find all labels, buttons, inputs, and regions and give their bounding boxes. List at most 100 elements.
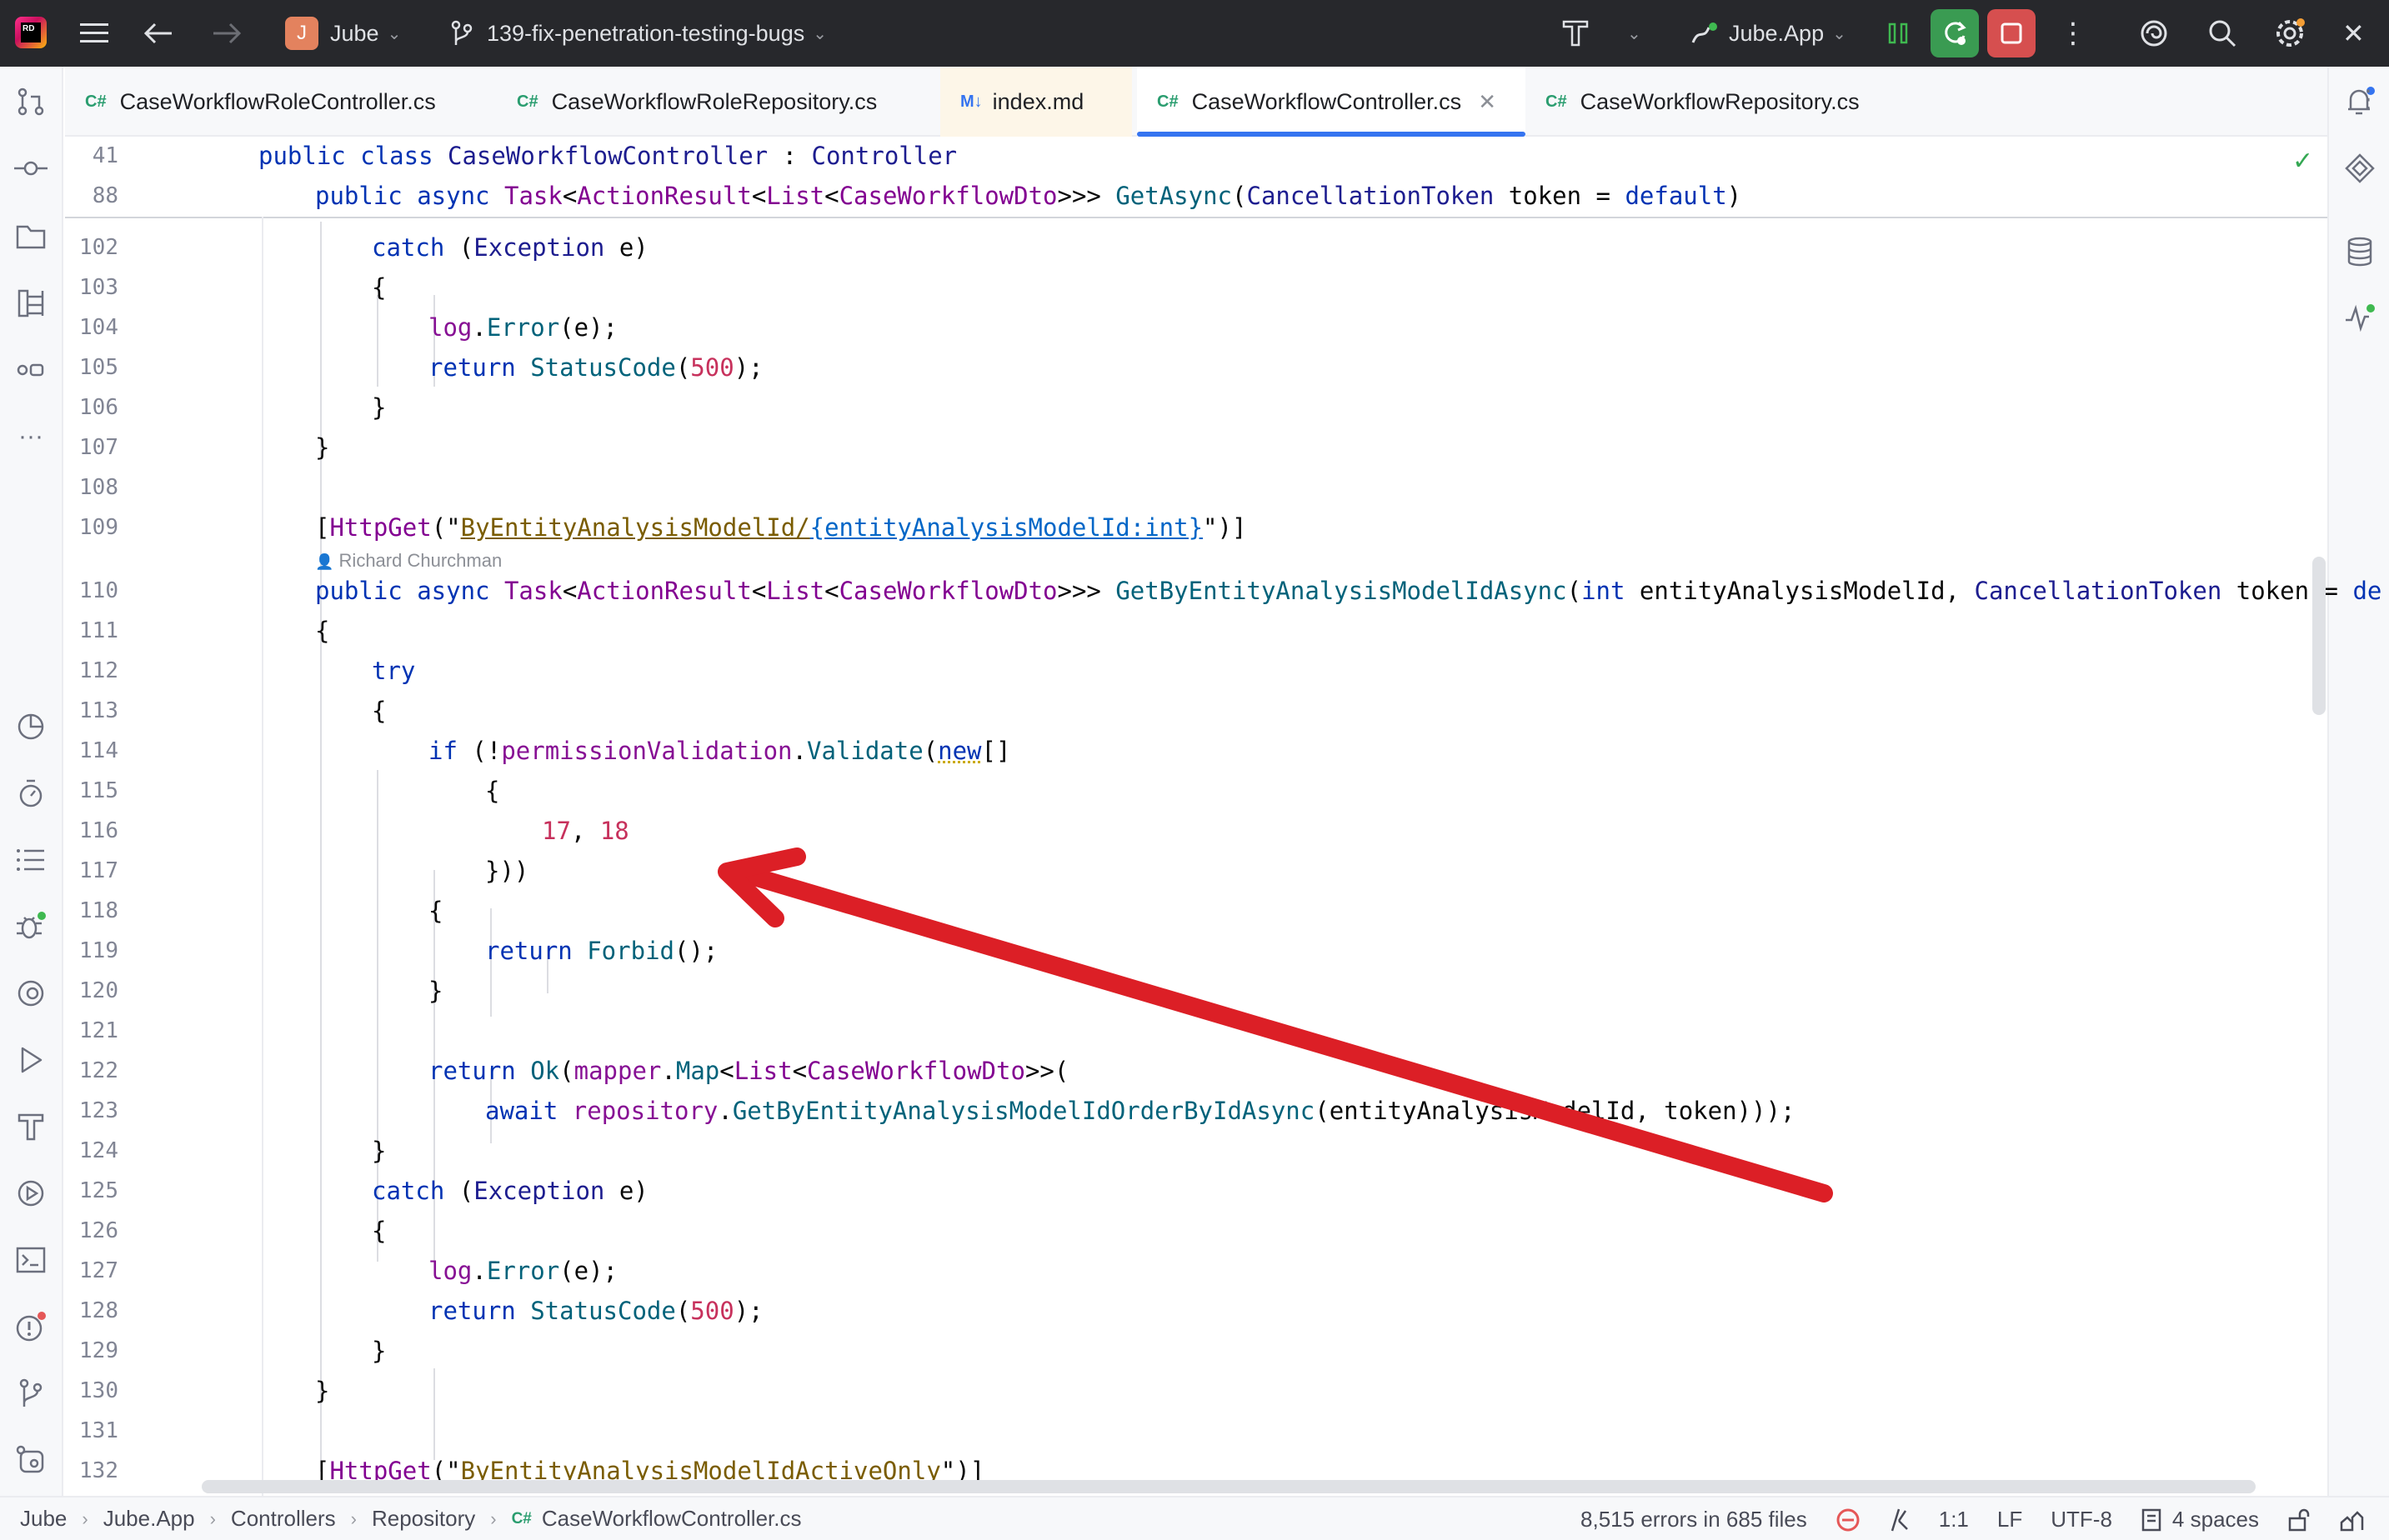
rerun-button[interactable]	[1931, 9, 1979, 58]
error-count[interactable]: 8,515 errors in 685 files	[1580, 1507, 1807, 1532]
commit-icon	[14, 158, 48, 178]
code-attribute: HttpGet	[329, 513, 431, 542]
more-tools-button[interactable]: ···	[14, 420, 48, 453]
pulse-icon	[2344, 303, 2376, 333]
file-encoding[interactable]: UTF-8	[2051, 1507, 2112, 1532]
nuget-tool-button[interactable]	[14, 1443, 48, 1477]
project-switcher[interactable]: J Jube ⌄	[285, 0, 401, 67]
problems-icon	[15, 1311, 47, 1342]
ai-tool-button[interactable]	[2343, 152, 2376, 185]
caret-position[interactable]: 1:1	[1939, 1507, 1969, 1532]
git-branch-icon	[18, 1378, 44, 1408]
breadcrumb-item[interactable]: Jube	[20, 1506, 67, 1532]
branch-switcher[interactable]: 139-fix-penetration-testing-bugs ⌄	[450, 0, 827, 67]
code-field: permissionValidation	[501, 737, 792, 765]
dynamic-program-analysis-button[interactable]	[14, 1177, 48, 1210]
chevron-down-icon: ⌄	[388, 23, 402, 44]
forward-button[interactable]	[212, 0, 242, 67]
line-number: 126	[65, 1218, 118, 1243]
main-menu-button[interactable]	[80, 0, 108, 67]
services-tool-button[interactable]	[14, 977, 48, 1010]
endpoints-icon	[16, 362, 46, 378]
code-type: ActionResult	[577, 182, 752, 210]
structure-tool-button[interactable]	[14, 287, 48, 320]
code-text: e)	[604, 233, 648, 262]
no-entry-icon[interactable]	[1836, 1508, 1861, 1532]
terminal-icon	[16, 1247, 46, 1273]
code-method: StatusCode	[516, 1297, 676, 1325]
monitor-tool-button[interactable]	[2343, 302, 2376, 335]
ai-assistant-button[interactable]	[2139, 0, 2169, 67]
code-method: GetByEntityAnalysisModelIdAsync	[1115, 577, 1566, 605]
database-tool-button[interactable]	[2343, 235, 2376, 268]
build-button[interactable]	[1560, 0, 1590, 67]
git-tool-button[interactable]	[14, 1377, 48, 1410]
indent-setting[interactable]: 4 spaces	[2141, 1507, 2259, 1532]
code-author-hint[interactable]: 👤 Richard Churchman	[315, 550, 502, 572]
chevron-right-icon: ›	[82, 1508, 88, 1530]
code-keyword: catch	[372, 1177, 444, 1205]
code-line: return Ok(mapper.Map<List<CaseWorkflowDt…	[428, 1057, 1069, 1085]
debug-tool-button[interactable]	[14, 910, 48, 943]
timeline-tool-button[interactable]	[14, 777, 48, 810]
code-type: List	[734, 1057, 793, 1085]
more-horizontal-icon: ···	[18, 422, 43, 451]
horizontal-scrollbar[interactable]	[202, 1480, 2256, 1493]
rider-logo-icon[interactable]: RD	[15, 17, 47, 48]
problems-tool-button[interactable]	[14, 1310, 48, 1343]
code-keyword: catch	[372, 233, 444, 262]
tab-caseworkflowrolecontroller[interactable]: C# CaseWorkflowRoleController.cs	[65, 67, 498, 137]
profiler-tool-button[interactable]	[14, 710, 48, 743]
breadcrumb-item[interactable]: Controllers	[231, 1506, 336, 1532]
csharp-file-icon: C#	[1545, 92, 1567, 112]
stop-button[interactable]	[1987, 9, 2036, 58]
code-method: GetAsync	[1115, 182, 1232, 210]
code-text: );	[734, 1297, 764, 1325]
tab-caseworkflowrepository[interactable]: C# CaseWorkflowRepository.cs	[1525, 67, 1942, 137]
inspection-ok-icon[interactable]: ✓	[2292, 147, 2313, 176]
line-number: 118	[65, 898, 118, 923]
breadcrumb-item[interactable]: Jube.App	[103, 1506, 195, 1532]
close-window-button[interactable]: ✕	[2342, 0, 2365, 67]
close-tab-icon[interactable]: ✕	[1478, 89, 1496, 115]
search-everywhere-button[interactable]	[2207, 0, 2237, 67]
editor-tab-bar: C# CaseWorkflowRoleController.cs C# Case…	[65, 67, 2327, 137]
endpoints-tool-button[interactable]	[14, 353, 48, 387]
breadcrumb-item[interactable]: CaseWorkflowController.cs	[542, 1506, 802, 1532]
back-button[interactable]	[143, 0, 173, 67]
settings-button[interactable]	[2274, 0, 2306, 67]
code-editor[interactable]: 41 public class CaseWorkflowController :…	[65, 137, 2327, 1496]
gear-icon	[2274, 18, 2306, 49]
todo-tool-button[interactable]	[14, 843, 48, 877]
tab-actions-button[interactable]: ⋮	[2356, 85, 2381, 114]
structure-icon	[17, 288, 45, 318]
pause-button[interactable]	[1886, 0, 1911, 67]
vertical-scrollbar[interactable]	[2312, 557, 2326, 715]
run-configuration-selector[interactable]: Jube.App ⌄	[1690, 0, 1846, 67]
pull-requests-tool-button[interactable]	[14, 85, 48, 118]
run-tool-button[interactable]	[14, 1043, 48, 1077]
build-options-dropdown[interactable]: ⌄	[1619, 0, 1641, 67]
terminal-tool-button[interactable]	[14, 1243, 48, 1277]
line-number: 88	[65, 183, 118, 208]
power-save-icon[interactable]	[1889, 1508, 1911, 1532]
pause-icon	[1886, 21, 1911, 46]
breadcrumb-item[interactable]: Repository	[372, 1506, 475, 1532]
code-vision-icon[interactable]	[2339, 1508, 2364, 1532]
project-tool-button[interactable]	[14, 220, 48, 253]
unlock-icon[interactable]	[2287, 1508, 2311, 1532]
list-icon	[16, 848, 46, 872]
git-branch-icon	[450, 20, 473, 47]
line-number: 114	[65, 738, 118, 763]
tab-caseworkflowcontroller[interactable]: C# CaseWorkflowController.cs ✕	[1137, 67, 1525, 137]
tab-index-md[interactable]: M↓ index.md	[940, 67, 1132, 137]
line-separator[interactable]: LF	[1997, 1507, 2022, 1532]
tab-caseworkflowrolerepository[interactable]: C# CaseWorkflowRoleRepository.cs	[497, 67, 940, 137]
build-tool-button[interactable]	[14, 1110, 48, 1143]
more-actions-button[interactable]: ⋮	[2059, 0, 2087, 67]
line-number: 115	[65, 778, 118, 803]
code-line: }	[372, 393, 386, 422]
code-number: 18	[600, 817, 629, 845]
code-text: <	[824, 577, 839, 605]
commit-tool-button[interactable]	[14, 152, 48, 185]
